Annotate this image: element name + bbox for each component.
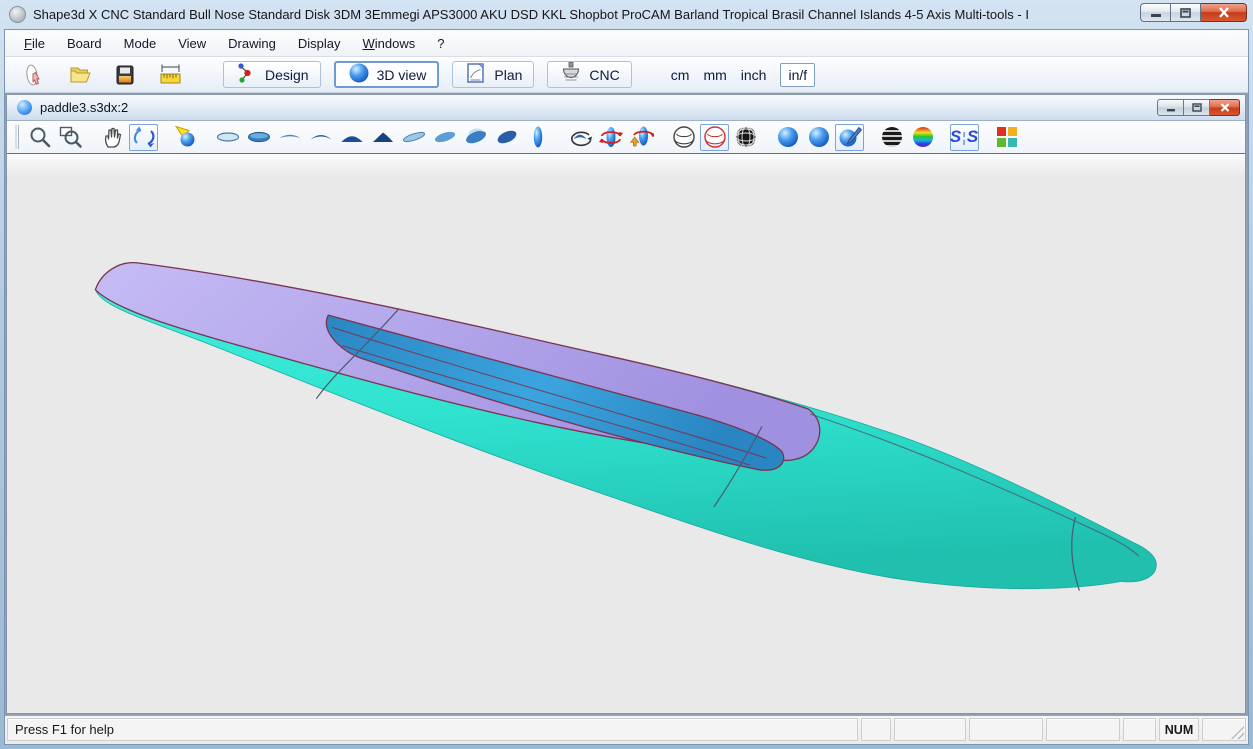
view-toolbar: S¦S [7,121,1245,154]
maximize-button[interactable] [1171,3,1201,22]
spin-board-icon[interactable] [565,124,594,151]
document-title-bar[interactable]: paddle3.s3dx:2 [7,95,1245,121]
unit-selector: cmmminch in/f [671,63,815,87]
rotate-view-icon[interactable] [129,124,158,151]
document-minimize-button[interactable] [1157,99,1184,116]
button-label: Plan [494,67,522,83]
open-file-icon[interactable] [62,61,98,89]
document-title: paddle3.s3dx:2 [40,100,1157,115]
zoom-icon[interactable] [25,124,54,151]
main-toolbar: Design 3D view Plan CNC cmmminch in/f [5,57,1248,93]
status-cell [1046,718,1120,741]
mdi-area: paddle3.s3dx:2 S¦S [5,93,1248,715]
close-button[interactable] [1201,3,1247,22]
mesh-sphere-icon[interactable] [731,124,760,151]
rocker-view-icon[interactable] [306,124,335,151]
app-logo-icon [9,6,26,23]
top-view-filled-icon[interactable] [244,124,273,151]
button-label: CNC [589,67,619,83]
plan-icon [464,61,488,88]
menu-windows[interactable]: Windows [351,32,426,55]
color-palette-icon[interactable] [992,124,1021,151]
unit-option-selected[interactable]: in/f [780,63,815,87]
wireframe-red-sphere-icon[interactable] [700,124,729,151]
cnc-button[interactable]: CNC [547,61,631,88]
help-text: Press F1 for help [15,722,114,737]
status-bar: Press F1 for help NUM [5,715,1248,744]
status-cell [861,718,891,741]
dimensions-ruler-icon[interactable] [152,61,188,89]
window-controls [1140,3,1247,22]
menu-help[interactable]: ? [426,32,455,55]
perspective-view-1-icon[interactable] [399,124,428,151]
window-content: FileBoardModeViewDrawingDisplayWindows? … [4,29,1249,745]
section-view-2-icon[interactable] [368,124,397,151]
menu-board[interactable]: Board [56,32,113,55]
toolbar-grip[interactable] [15,125,19,149]
zoom-window-icon[interactable] [56,124,85,151]
status-cell [1123,718,1156,741]
top-view-outline-icon[interactable] [213,124,242,151]
menu-display[interactable]: Display [287,32,352,55]
application-window: Shape3d X CNC Standard Bull Nose Standar… [0,0,1253,749]
sphere-icon [347,61,371,88]
front-view-icon[interactable] [523,124,552,151]
symmetry-icon[interactable]: S¦S [950,124,979,151]
shaded-sphere-2-icon[interactable] [804,124,833,151]
document-icon [17,100,32,115]
num-lock-indicator: NUM [1159,718,1199,741]
cnc-icon [559,61,583,88]
document-window: paddle3.s3dx:2 S¦S [6,94,1246,714]
lighting-icon[interactable] [171,124,200,151]
rotate-lift-icon[interactable] [627,124,656,151]
window-title: Shape3d X CNC Standard Bull Nose Standar… [33,7,1132,22]
document-close-button[interactable] [1210,99,1240,116]
unit-option-cm[interactable]: cm [671,67,690,83]
title-bar[interactable]: Shape3d X CNC Standard Bull Nose Standar… [0,0,1253,29]
design-button[interactable]: Design [223,61,321,88]
menu-view[interactable]: View [167,32,217,55]
pan-hand-icon[interactable] [98,124,127,151]
rainbow-sphere-icon[interactable] [908,124,937,151]
unit-option-inch[interactable]: inch [741,67,767,83]
button-label: Design [265,67,309,83]
plan-button[interactable]: Plan [452,61,534,88]
rotate-axis-icon[interactable] [596,124,625,151]
rocker-view-thin-icon[interactable] [275,124,304,151]
design-icon [235,61,259,88]
section-view-icon[interactable] [337,124,366,151]
menu-bar: FileBoardModeViewDrawingDisplayWindows? [5,30,1248,57]
unit-option-mm[interactable]: mm [703,67,726,83]
menu-drawing[interactable]: Drawing [217,32,287,55]
status-help-text: Press F1 for help [7,718,858,741]
menu-file[interactable]: File [13,32,56,55]
sphere-pencil-icon[interactable] [835,124,864,151]
board-3d-render [7,154,1245,713]
3d-canvas[interactable] [7,154,1245,713]
shaded-sphere-icon[interactable] [773,124,802,151]
striped-sphere-icon[interactable] [877,124,906,151]
status-cell [894,718,966,741]
3d-view-button[interactable]: 3D view [334,61,440,88]
perspective-view-3-icon[interactable] [461,124,490,151]
menu-mode[interactable]: Mode [113,32,168,55]
minimize-button[interactable] [1140,3,1171,22]
perspective-view-4-icon[interactable] [492,124,521,151]
wireframe-sphere-icon[interactable] [669,124,698,151]
save-file-icon[interactable] [107,61,143,89]
document-restore-button[interactable] [1184,99,1210,116]
perspective-view-2-icon[interactable] [430,124,459,151]
status-cell [969,718,1043,741]
new-board-wizard-icon[interactable] [17,61,53,89]
resize-grip[interactable] [1202,718,1246,741]
button-label: 3D view [377,67,427,83]
